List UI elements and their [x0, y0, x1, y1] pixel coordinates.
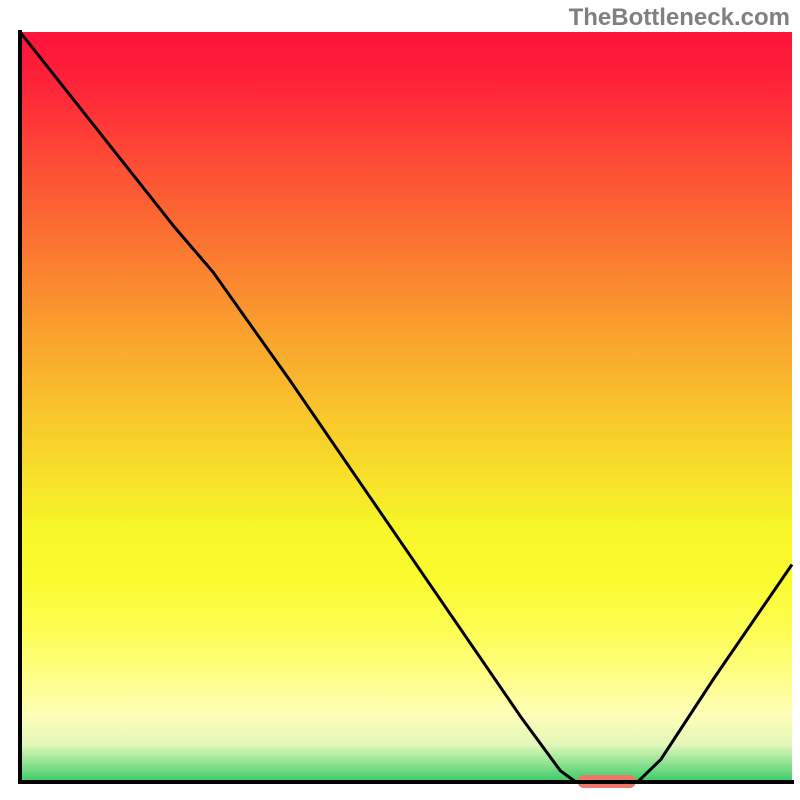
chart-background [20, 32, 792, 782]
watermark-text: TheBottleneck.com [569, 4, 790, 32]
chart-svg [0, 0, 800, 800]
bottleneck-chart: TheBottleneck.com [0, 0, 800, 800]
